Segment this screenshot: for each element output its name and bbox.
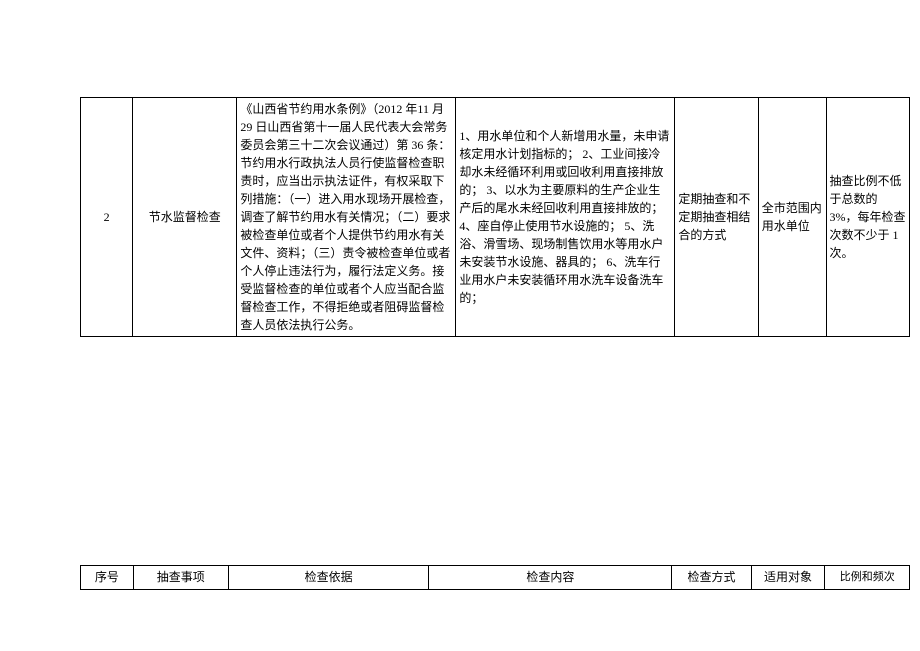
cell-method: 定期抽查和不定期抽查相结合的方式 — [675, 98, 758, 337]
header-method: 检查方式 — [672, 566, 751, 590]
header-item: 抽查事项 — [133, 566, 228, 590]
header-basis: 检查依据 — [228, 566, 429, 590]
column-header-table: 序号 抽查事项 检查依据 检查内容 检查方式 适用对象 比例和频次 — [80, 565, 910, 590]
cell-content: 1、用水单位和个人新增用水量，未申请核定用水计划指标的； 2、工业间接冷却水未经… — [456, 98, 675, 337]
cell-basis: 《山西省节约用水条例》（2012 年11 月 29 日山西省第十一届人民代表大会… — [237, 98, 456, 337]
cell-number: 2 — [81, 98, 133, 337]
cell-target: 全市范围内用水单位 — [758, 98, 826, 337]
header-content: 检查内容 — [429, 566, 672, 590]
header-target: 适用对象 — [751, 566, 825, 590]
cell-item: 节水监督检查 — [133, 98, 237, 337]
inspection-detail-table: 2 节水监督检查 《山西省节约用水条例》（2012 年11 月 29 日山西省第… — [80, 97, 910, 337]
header-ratio: 比例和频次 — [825, 566, 910, 590]
header-row: 序号 抽查事项 检查依据 检查内容 检查方式 适用对象 比例和频次 — [81, 566, 910, 590]
table-row: 2 节水监督检查 《山西省节约用水条例》（2012 年11 月 29 日山西省第… — [81, 98, 910, 337]
cell-ratio: 抽查比例不低于总数的 3%，每年检查次数不少于 1 次。 — [826, 98, 910, 337]
header-number: 序号 — [81, 566, 134, 590]
